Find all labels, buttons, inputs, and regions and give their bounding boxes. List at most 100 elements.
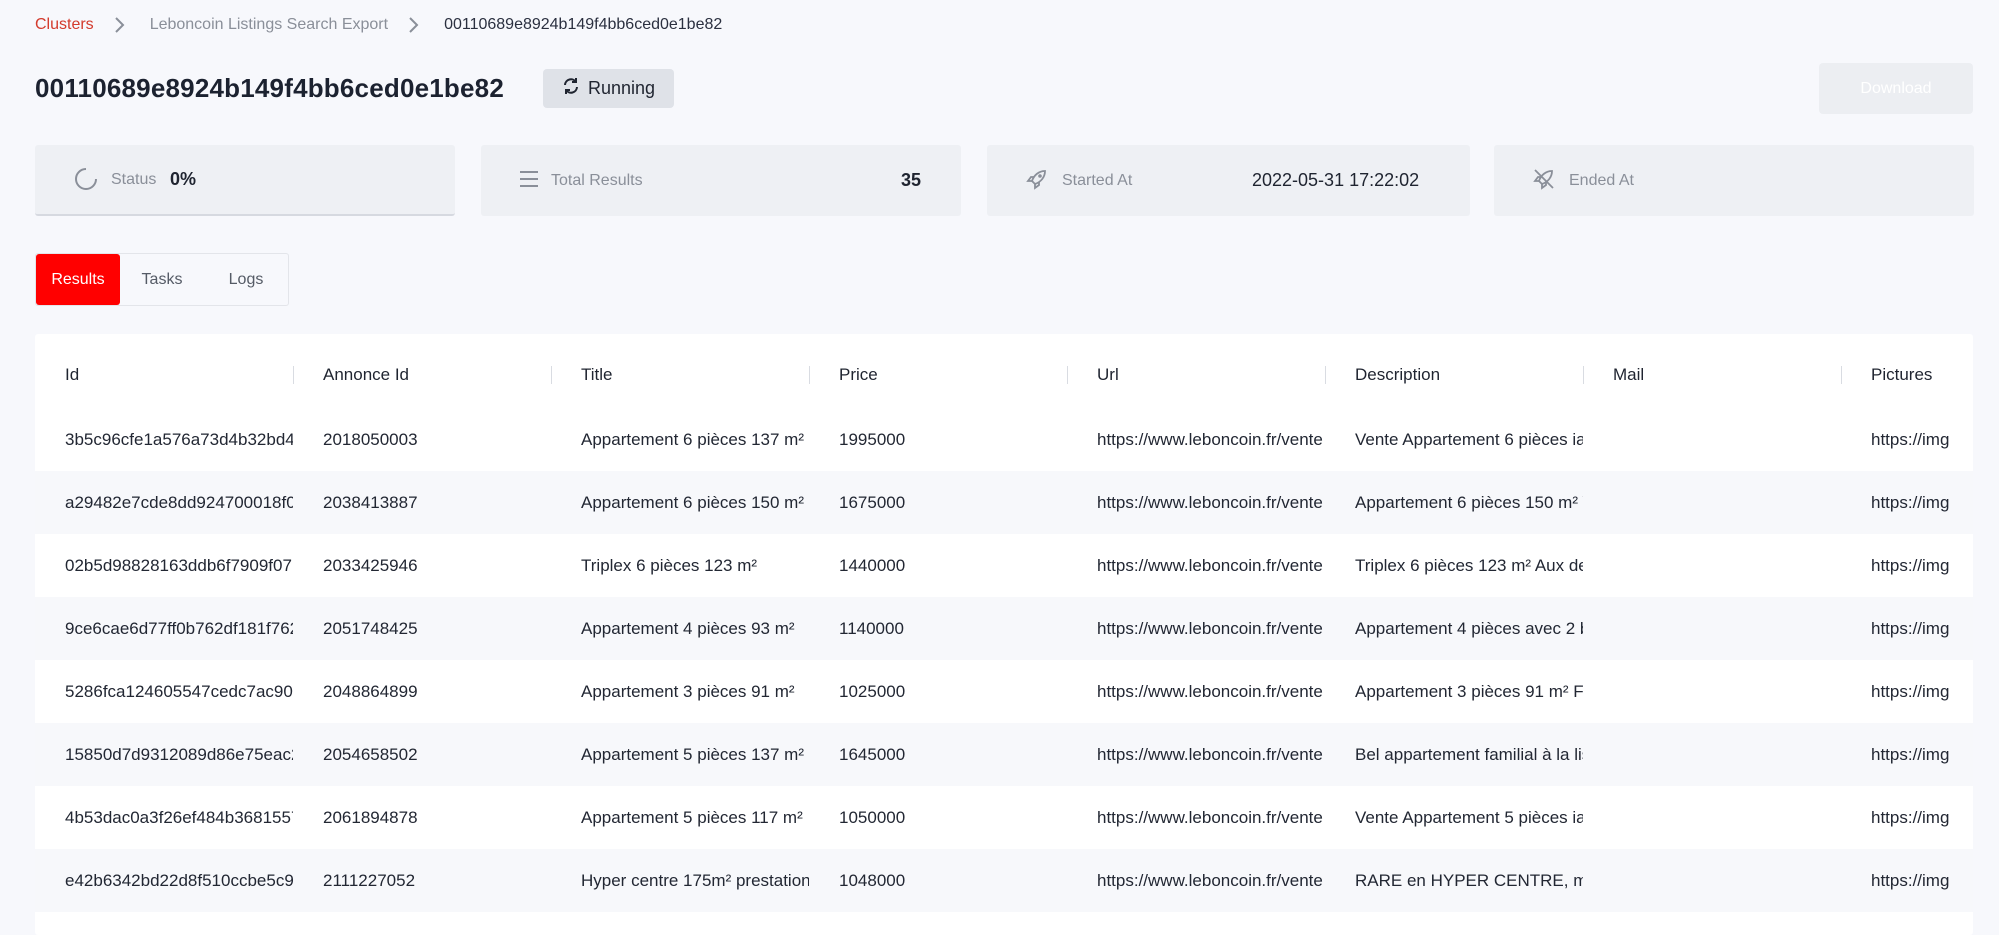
- table-cell: https://img: [1871, 429, 1950, 449]
- results-table-panel: Id Annonce Id Title Price Url Descriptio…: [35, 334, 1973, 935]
- table-cell: 15850d7d9312089d86e75eac2: [65, 744, 293, 764]
- column-header-title[interactable]: Title: [551, 334, 809, 408]
- breadcrumb-export[interactable]: Leboncoin Listings Search Export: [150, 16, 388, 34]
- table-cell: https://www.leboncoin.fr/vente: [1097, 681, 1323, 701]
- table-row[interactable]: e42b6342bd22d8f510ccbe5c93 2111227052 Hype…: [35, 849, 1973, 912]
- table-row[interactable]: 5286fca124605547cedc7ac902 2048864899 Appa…: [35, 660, 1973, 723]
- table-cell: Appartement 4 pièces 154 m²: [551, 912, 809, 935]
- breadcrumb-current: 00110689e8924b149f4bb6ced0e1be82: [444, 16, 723, 33]
- tab-results[interactable]: Results: [36, 254, 120, 305]
- table-cell: Appartement 4 pièces 154 m²: [1325, 912, 1583, 935]
- spinner-icon: [74, 167, 98, 196]
- table-header-row: Id Annonce Id Title Price Url Descriptio…: [35, 334, 1973, 408]
- table-cell: Triplex 6 pièces 123 m²: [581, 555, 758, 575]
- total-results-value: 35: [900, 170, 921, 190]
- table-cell: 1025000: [839, 681, 906, 701]
- table-cell: e42b6342bd22d8f510ccbe5c93: [65, 870, 293, 890]
- table-cell: 9ce6cae6d77ff0b762df181f762: [65, 618, 293, 638]
- table-cell: [1583, 723, 1841, 786]
- status-badge: Running: [543, 69, 674, 108]
- table-cell: https://img: [1871, 492, 1950, 512]
- table-cell: [1583, 408, 1841, 471]
- table-cell: 2033425946: [323, 555, 418, 575]
- column-header-price[interactable]: Price: [809, 334, 1067, 408]
- table-cell: https://img: [1871, 555, 1950, 575]
- table-cell: https://img: [1871, 870, 1950, 890]
- tab-tasks[interactable]: Tasks: [120, 254, 204, 305]
- breadcrumb: Clusters Leboncoin Listings Search Expor…: [35, 14, 722, 36]
- page: Clusters Leboncoin Listings Search Expor…: [0, 0, 1999, 935]
- table-cell: [1583, 597, 1841, 660]
- column-header-description[interactable]: Description: [1325, 334, 1583, 408]
- table-cell: https://img: [1871, 744, 1950, 764]
- download-button[interactable]: Download: [1819, 63, 1973, 114]
- table-cell: Appartement 4 pièces 93 m²: [581, 618, 795, 638]
- table-cell: 1140000: [839, 618, 904, 638]
- status-label: Status: [111, 170, 157, 188]
- column-header-label: Url: [1097, 365, 1119, 384]
- table-cell: [1583, 912, 1841, 935]
- column-header-label: Description: [1355, 365, 1441, 384]
- table-cell: Appartement 3 pièces 91 m²: [581, 681, 795, 701]
- table-cell: RARE en HYPER CENTRE, magr: [1355, 870, 1583, 890]
- table-row[interactable]: 4b53dac0a3f26ef484b3681557 2061894878 Appa…: [35, 786, 1973, 849]
- table-row[interactable]: 3b5c96cfe1a576a73d4b32bd41 2018050003 Appa…: [35, 408, 1973, 471]
- tabs: Results Tasks Logs: [35, 253, 289, 306]
- table-row[interactable]: 9ce6cae6d77ff0b762df181f762 2051748425 App…: [35, 597, 1973, 660]
- table-cell: https://img: [1871, 807, 1950, 827]
- table-cell: 4b53dac0a3f26ef484b3681557: [65, 807, 293, 827]
- table-row[interactable]: 6e8c877c7c47eb1a6b2f4a67dc2097798963Appa…: [35, 912, 1973, 935]
- table-cell: 3b5c96cfe1a576a73d4b32bd41: [65, 429, 293, 449]
- table-body: 3b5c96cfe1a576a73d4b32bd41 2018050003 Appa…: [35, 408, 1973, 935]
- started-at-label: Started At: [1062, 171, 1133, 189]
- table-cell: 1440000: [839, 555, 906, 575]
- column-header-label: Annonce Id: [323, 365, 410, 384]
- column-header-label: Mail: [1613, 365, 1645, 384]
- table-row[interactable]: 02b5d98828163ddb6f7909f07l 2033425946 Trip…: [35, 534, 1973, 597]
- page-title: 00110689e8924b149f4bb6ced0e1be82: [35, 73, 504, 103]
- chevron-right-icon: [402, 14, 430, 36]
- table-cell: Vente Appartement 6 pièces ia: [1355, 429, 1583, 449]
- table-cell: [1583, 786, 1841, 849]
- table-cell: https://img: [1871, 618, 1950, 638]
- table-cell: https://www.leboncoin.fr/vente: [1097, 807, 1323, 827]
- column-header-mail[interactable]: Mail: [1583, 334, 1841, 408]
- table-cell: 2111227052: [323, 870, 416, 890]
- table-cell: a29482e7cde8dd924700018f0: [65, 492, 293, 512]
- table-cell: Bel appartement familial à la lis: [1355, 744, 1583, 764]
- table-cell: https://www.leboncoin.fr/vente: [1097, 429, 1323, 449]
- table-cell: [1583, 849, 1841, 912]
- table-cell: 1048000: [839, 870, 906, 890]
- table-cell: Hyper centre 175m² prestation: [581, 870, 809, 890]
- chevron-right-icon: [108, 14, 136, 36]
- table-cell: 1995000: [839, 429, 906, 449]
- column-header-label: Price: [839, 365, 878, 384]
- table-cell: Vente Appartement 5 pièces ia: [1355, 807, 1583, 827]
- column-header-annonce-id[interactable]: Annonce Id: [293, 334, 551, 408]
- table-cell: https://www.leboncoin.fr/vente: [1097, 618, 1323, 638]
- tab-logs[interactable]: Logs: [204, 254, 288, 305]
- started-at-value: 2022-05-31 17:22:02: [1252, 170, 1420, 190]
- column-header-id[interactable]: Id: [35, 334, 293, 408]
- column-header-pictures[interactable]: Pictures: [1841, 334, 1973, 408]
- table-cell: [1583, 471, 1841, 534]
- table-cell: https://img: [1871, 681, 1950, 701]
- results-table: Id Annonce Id Title Price Url Descriptio…: [35, 334, 1973, 935]
- breadcrumb-clusters[interactable]: Clusters: [35, 16, 94, 34]
- table-cell: https://www.leboncoin.fr/vente: [1097, 492, 1323, 512]
- table-cell: https://img: [1841, 912, 1973, 935]
- table-cell: https://www.leboncoin.fr/vente: [1097, 555, 1323, 575]
- table-cell: 2048864899: [323, 681, 418, 701]
- table-row[interactable]: 15850d7d9312089d86e75eac2 2054658502 Appar…: [35, 723, 1973, 786]
- column-header-url[interactable]: Url: [1067, 334, 1325, 408]
- table-cell: https://www.leboncoin.fr/vente: [1097, 744, 1323, 764]
- started-at-card: Started At 2022-05-31 17:22:02: [987, 145, 1470, 216]
- table-row[interactable]: a29482e7cde8dd924700018f0 2038413887 Appar…: [35, 471, 1973, 534]
- table-cell: https://www.leboncoin.fr/vente: [1067, 912, 1325, 935]
- table-cell: 2097798963: [293, 912, 551, 935]
- table-cell: Appartement 4 pièces avec 2 b: [1355, 618, 1583, 638]
- rocket-icon: [1025, 167, 1049, 196]
- table-cell: 1675000: [839, 492, 906, 512]
- table-cell: Appartement 5 pièces 137 m²: [581, 744, 805, 764]
- refresh-icon: [562, 77, 580, 100]
